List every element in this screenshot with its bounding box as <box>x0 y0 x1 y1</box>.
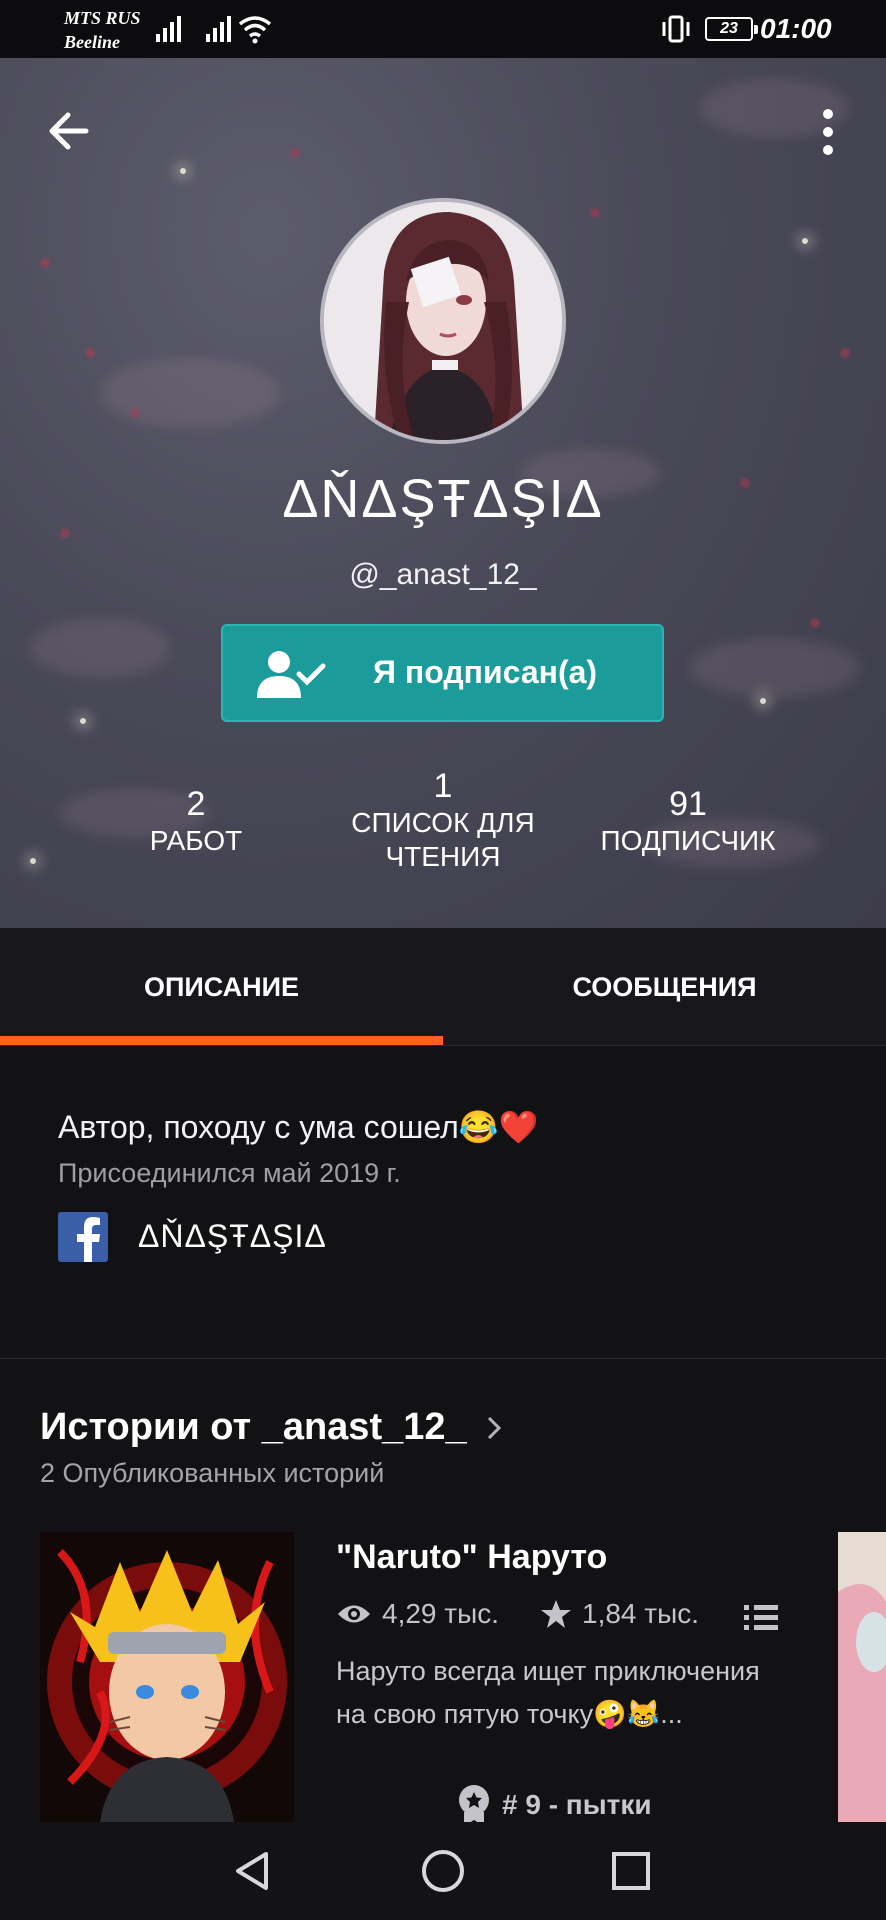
reading-lists-label-line1: СПИСОК ДЛЯ <box>351 807 535 838</box>
works-label: РАБОТ <box>149 825 243 856</box>
display-name: ΔŇΔŞŦΔŞIΔ <box>282 469 604 529</box>
facebook-link[interactable]: ΔŇΔŞŦΔŞIΔ <box>138 1218 327 1255</box>
carrier-2: Beeline <box>64 32 120 52</box>
bg-star <box>802 238 808 244</box>
bg-star <box>30 858 36 864</box>
bg-cloud <box>30 618 170 678</box>
bg-dot <box>810 618 820 628</box>
signal-icon-2 <box>206 14 231 42</box>
story-cover-next-art <box>838 1532 886 1822</box>
works-count: 2 <box>186 785 206 823</box>
reading-lists-label: СПИСОК ДЛЯ ЧТЕНИЯ <box>333 806 553 874</box>
stat-works[interactable]: 2 РАБОТ <box>116 784 276 858</box>
tab-about[interactable]: ОПИСАНИЕ <box>0 972 443 1003</box>
more-options-icon[interactable] <box>808 102 848 162</box>
bg-dot <box>840 348 850 358</box>
following-button-label: Я подписан(а) <box>373 654 598 690</box>
star-icon <box>541 1600 571 1628</box>
story-rank-label: # 9 - пытки <box>502 1789 652 1820</box>
reading-lists-label-line2: ЧТЕНИЯ <box>385 841 501 872</box>
bg-dot <box>590 208 600 218</box>
bg-star <box>760 698 766 704</box>
story-description: Наруто всегда ищет приключения на свою п… <box>336 1656 760 1729</box>
signal-icon <box>156 14 181 42</box>
carrier-labels: MTS RUS Beeline <box>64 6 141 54</box>
system-nav-bar <box>0 1822 886 1920</box>
list-icon <box>744 1605 778 1630</box>
stories-title: Истории от _anast_12_ <box>40 1406 467 1448</box>
bg-dot <box>40 258 50 268</box>
back-nav-icon[interactable] <box>228 1846 278 1896</box>
story-reads-count: 4,29 тыс. <box>382 1598 500 1629</box>
profile-description: Автор, походу с ума сошел😂❤️ <box>58 1109 539 1145</box>
bg-star <box>180 168 186 174</box>
wifi-icon <box>238 16 272 44</box>
story-rank: # 9 - пытки <box>456 1784 652 1826</box>
story-reads: 4,29 тыс. <box>336 1598 499 1630</box>
story-cover[interactable] <box>40 1532 294 1822</box>
avatar[interactable] <box>320 198 566 444</box>
following-button[interactable]: Я подписан(а) <box>221 624 664 722</box>
home-nav-icon[interactable] <box>418 1846 468 1896</box>
stories-count: 2 Опубликованных историй <box>40 1458 385 1488</box>
followers-count: 91 <box>669 785 707 823</box>
stat-reading-lists[interactable]: 1 СПИСОК ДЛЯ ЧТЕНИЯ <box>333 766 553 874</box>
story-votes-count: 1,84 тыс. <box>582 1598 700 1629</box>
recents-nav-icon[interactable] <box>606 1846 656 1896</box>
joined-date: Присоединился май 2019 г. <box>58 1158 401 1188</box>
clock: 01:00 <box>760 13 832 44</box>
avatar-illustration <box>324 202 562 440</box>
bg-cloud <box>100 358 280 428</box>
status-bar: MTS RUS Beeline 23 01:00 <box>0 0 886 58</box>
back-arrow-icon[interactable] <box>44 106 94 156</box>
tab-active-indicator <box>0 1036 443 1045</box>
tab-messages[interactable]: СООБЩЕНИЯ <box>443 972 886 1003</box>
stat-followers[interactable]: 91 ПОДПИСЧИК <box>580 784 796 858</box>
story-cover-next[interactable] <box>838 1532 886 1822</box>
profile-header: ΔŇΔŞŦΔŞIΔ @_anast_12_ Я подписан(а) 2 РА… <box>0 58 886 928</box>
battery-icon: 23 <box>705 17 758 41</box>
bg-cloud <box>690 638 860 698</box>
profile-tabs: ОПИСАНИЕ СООБЩЕНИЯ <box>0 928 886 1046</box>
badge-icon <box>459 1785 489 1826</box>
story-votes: 1,84 тыс. <box>540 1598 699 1630</box>
username: @_anast_12_ <box>349 558 537 591</box>
vibrate-icon <box>662 15 690 43</box>
user-check-icon <box>257 651 326 698</box>
bg-dot <box>85 348 95 358</box>
story-cover-art <box>40 1532 294 1822</box>
section-divider <box>0 1358 886 1359</box>
bg-dot <box>130 408 140 418</box>
carrier-1: MTS RUS <box>64 8 141 28</box>
bg-dot <box>290 148 300 158</box>
bg-star <box>80 718 86 724</box>
eye-icon <box>338 1605 370 1623</box>
facebook-icon[interactable] <box>58 1212 108 1262</box>
chevron-right-icon <box>487 1416 501 1439</box>
stories-header[interactable]: Истории от _anast_12_ <box>40 1406 509 1449</box>
reading-lists-count: 1 <box>433 767 453 805</box>
followers-label: ПОДПИСЧИК <box>600 825 776 856</box>
story-title[interactable]: "Naruto" Наруто <box>336 1538 607 1577</box>
